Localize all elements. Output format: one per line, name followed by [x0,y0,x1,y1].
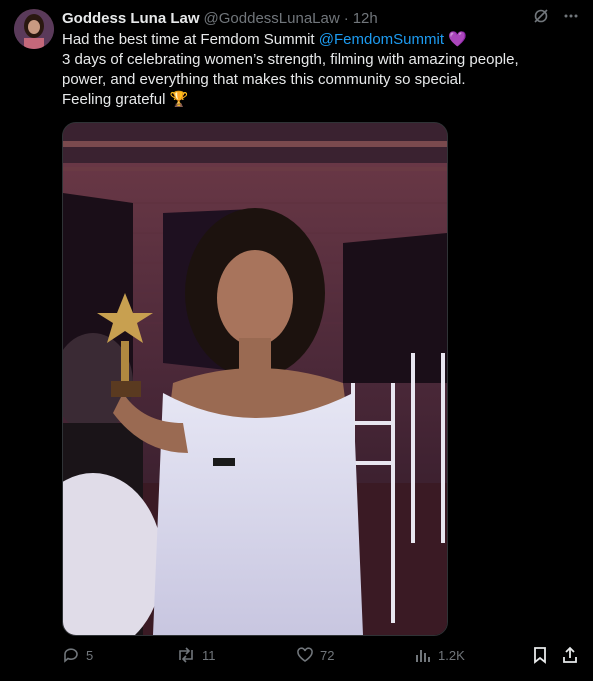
like-icon [296,646,314,664]
grok-icon[interactable] [533,8,549,24]
views-icon [414,646,432,664]
bookmark-icon [532,646,548,664]
tweet-line-1-text: Had the best time at Femdom Summit [62,31,319,48]
like-count: 72 [320,647,335,663]
share-button[interactable] [562,646,578,664]
separator: · [343,9,349,27]
avatar[interactable] [14,9,54,49]
bookmark-button[interactable] [532,646,548,664]
tweet: Goddess Luna Law @GoddessLunaLaw · 12h H… [0,0,593,681]
timestamp[interactable]: 12h [353,10,378,27]
tweet-text: Had the best time at Femdom Summit @Femd… [62,30,582,110]
purple-heart-emoji: 💜 [448,31,467,48]
tweet-photo[interactable] [62,122,448,636]
repost-count: 11 [202,647,216,663]
tweet-line-4: Feeling grateful 🏆 [62,90,582,110]
reply-icon [62,646,80,664]
more-icon[interactable] [563,8,579,24]
tweet-line-3: power, and everything that makes this co… [62,71,466,88]
share-icon [562,646,578,664]
mention-link[interactable]: @FemdomSummit [319,31,444,48]
photo-illustration [63,123,447,635]
tweet-line-2: 3 days of celebrating women’s strength, … [62,51,519,68]
like-button[interactable]: 72 [296,646,334,664]
author-handle[interactable]: @GoddessLunaLaw [204,10,340,27]
reply-button[interactable]: 5 [62,646,93,664]
tweet-header: Goddess Luna Law @GoddessLunaLaw · 12h [62,8,579,28]
repost-icon [176,646,196,664]
header-actions [533,8,579,24]
repost-button[interactable]: 11 [176,646,216,664]
views-button[interactable]: 1.2K [414,646,465,664]
views-count: 1.2K [438,647,465,663]
author-name[interactable]: Goddess Luna Law [62,10,200,27]
tweet-line-4-text: Feeling grateful [62,91,170,108]
trophy-emoji: 🏆 [169,91,189,108]
action-bar: 5 11 72 1.2K [62,646,582,668]
reply-count: 5 [86,647,94,663]
tweet-line-1: Had the best time at Femdom Summit @Femd… [62,30,582,50]
